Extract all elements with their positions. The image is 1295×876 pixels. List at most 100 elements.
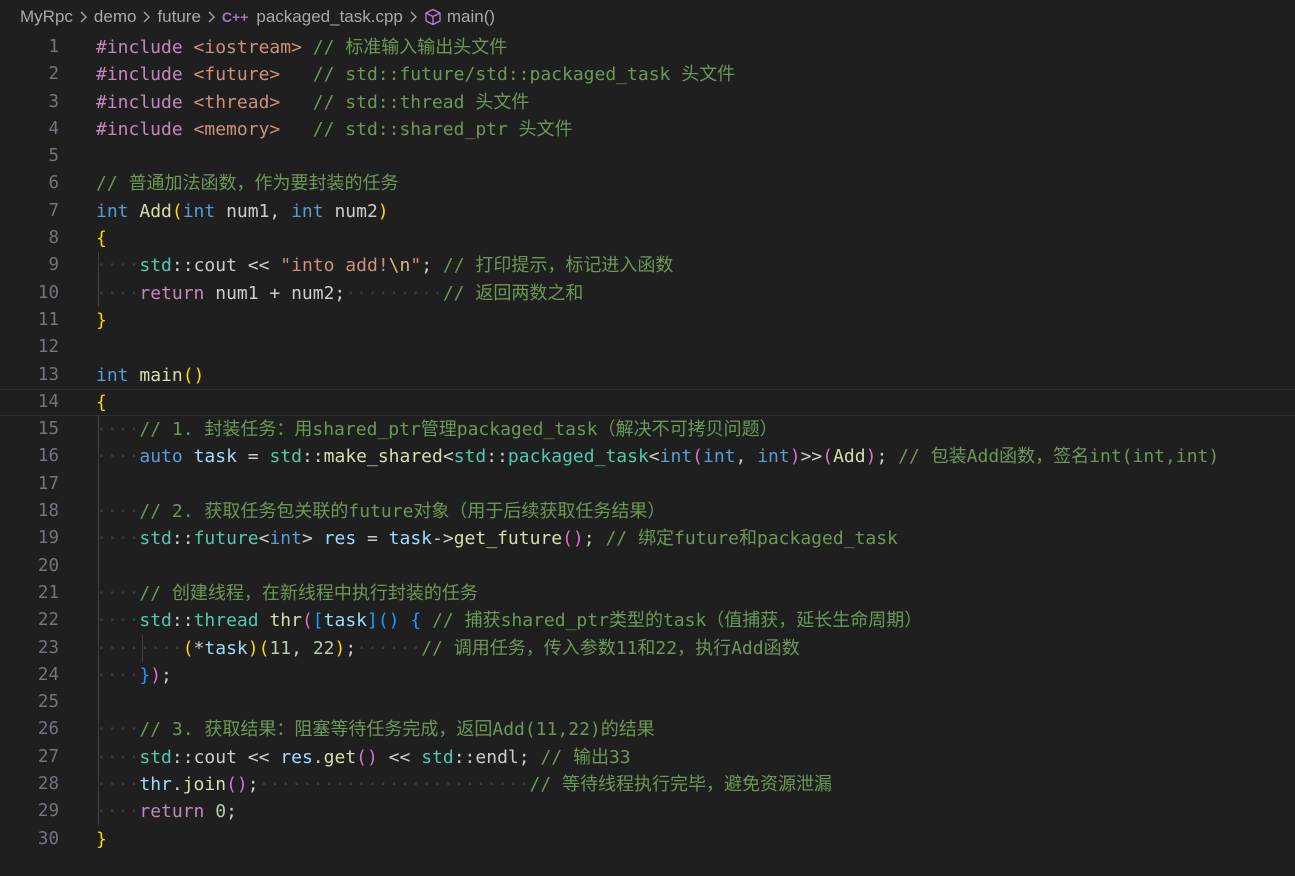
- breadcrumb-item-file[interactable]: packaged_task.cpp: [256, 7, 403, 27]
- code-line[interactable]: 14 {: [0, 389, 1295, 416]
- line-number[interactable]: 19: [0, 525, 59, 552]
- line-number[interactable]: 24: [0, 662, 59, 689]
- line-number[interactable]: 18: [0, 498, 59, 525]
- line-number[interactable]: 27: [0, 744, 59, 771]
- code-token: ;: [518, 746, 541, 768]
- code-line[interactable]: 26 ····// 3. 获取结果：阻塞等待任务完成，返回Add(11,22)的结…: [0, 716, 1295, 744]
- code-line[interactable]: 13 int main(): [0, 362, 1295, 389]
- code-line[interactable]: 17: [0, 470, 1295, 499]
- code-token: .: [312, 746, 324, 768]
- code-line[interactable]: 8{: [0, 225, 1295, 252]
- code-line[interactable]: 7 int Add(int num1, int num2): [0, 198, 1295, 225]
- code-token: cout: [193, 746, 237, 768]
- line-number[interactable]: 29: [0, 798, 59, 825]
- code-token: ->: [432, 528, 454, 550]
- line-number[interactable]: 5: [0, 143, 59, 170]
- line-number[interactable]: 12: [0, 334, 59, 361]
- code-token: =: [236, 446, 270, 468]
- line-number[interactable]: 3: [0, 89, 59, 116]
- code-editor[interactable]: 1 #include <iostream> // 标准输入输出头文件 2 #inclu…: [0, 34, 1295, 853]
- line-number[interactable]: 7: [0, 198, 59, 225]
- code-token: task: [388, 528, 433, 550]
- code-line[interactable]: 19 ····std::future<int> res = task->get_f…: [0, 525, 1295, 553]
- code-line[interactable]: 25: [0, 689, 1295, 717]
- code-line[interactable]: 23 ········(*task)(11, 22);······// 调用任务，…: [0, 634, 1295, 662]
- line-number[interactable]: 23: [0, 635, 59, 662]
- code-token: ·········: [345, 282, 443, 304]
- line-number[interactable]: 15: [0, 416, 59, 443]
- line-number[interactable]: 10: [0, 280, 59, 307]
- code-line[interactable]: 27 ····std::cout << res.get() << std::end…: [0, 743, 1295, 772]
- code-token: thr: [139, 774, 172, 796]
- code-line[interactable]: 15 ····// 1. 封装任务：用shared_ptr管理packaged_t…: [0, 416, 1295, 444]
- code-line[interactable]: 9 ····std::cout << "into add!\n"; // 打印提示…: [0, 252, 1295, 280]
- line-number[interactable]: 17: [0, 471, 59, 498]
- code-token: Add: [139, 200, 172, 222]
- breadcrumb-item-demo[interactable]: demo: [94, 7, 137, 27]
- line-number[interactable]: 20: [0, 553, 59, 580]
- code-line[interactable]: 24 ····});: [0, 661, 1295, 690]
- code-token: <thread>: [193, 91, 281, 113]
- code-line[interactable]: 3 #include <thread> // std::thread 头文件: [0, 89, 1295, 116]
- method-cube-icon: [424, 8, 442, 26]
- code-text: #include <future> // std::future/std::pa…: [96, 61, 735, 88]
- code-line[interactable]: 12: [0, 334, 1295, 361]
- code-token: ::: [453, 746, 476, 768]
- code-token: 0: [215, 801, 227, 823]
- code-token: (: [301, 610, 313, 632]
- code-text: ····thr.join();·························…: [96, 771, 832, 798]
- line-number[interactable]: 28: [0, 771, 59, 798]
- code-line[interactable]: 29 ····return 0;: [0, 798, 1295, 826]
- line-number[interactable]: 4: [0, 116, 59, 143]
- code-token: #include: [96, 91, 194, 113]
- code-token: // 返回两数之和: [442, 282, 584, 304]
- code-line[interactable]: 20: [0, 552, 1295, 580]
- breadcrumb-item-future[interactable]: future: [157, 7, 200, 27]
- code-text: }: [96, 307, 107, 334]
- code-token: ········: [96, 637, 183, 659]
- line-number[interactable]: 22: [0, 607, 59, 634]
- code-line[interactable]: 2 #include <future> // std::future/std::p…: [0, 61, 1295, 88]
- breadcrumb-item-myrpc[interactable]: MyRpc: [20, 7, 73, 27]
- line-number[interactable]: 26: [0, 716, 59, 743]
- chevron-right-icon: [409, 11, 418, 23]
- code-line[interactable]: 1 #include <iostream> // 标准输入输出头文件: [0, 34, 1295, 61]
- code-token: // 创建线程，在新线程中执行封装的任务: [139, 582, 478, 604]
- chevron-right-icon: [79, 11, 88, 23]
- code-token: <<: [236, 746, 281, 768]
- line-number[interactable]: 1: [0, 34, 59, 61]
- line-number[interactable]: 9: [0, 252, 59, 279]
- code-token: ::: [171, 255, 194, 277]
- line-number[interactable]: 13: [0, 362, 59, 389]
- line-number[interactable]: 8: [0, 225, 59, 252]
- line-number[interactable]: 2: [0, 61, 59, 88]
- line-number[interactable]: 16: [0, 443, 59, 470]
- code-token: thr: [269, 610, 302, 632]
- code-line[interactable]: 10 ····return num1 + num2;·········// 返回两…: [0, 279, 1295, 307]
- code-line[interactable]: 21 ····// 创建线程，在新线程中执行封装的任务: [0, 579, 1295, 608]
- line-number[interactable]: 11: [0, 307, 59, 334]
- code-line[interactable]: 18 ····// 2. 获取任务包关联的future对象（用于后续获取任务结果）: [0, 498, 1295, 526]
- code-text: ····return num1 + num2;·········// 返回两数之…: [96, 280, 583, 307]
- code-token: {: [96, 228, 107, 250]
- line-number[interactable]: 21: [0, 580, 59, 607]
- code-line[interactable]: 11}: [0, 307, 1295, 334]
- code-token: ,: [735, 446, 758, 468]
- code-line[interactable]: 28 ····thr.join();·······················…: [0, 771, 1295, 799]
- code-line[interactable]: 16 ····auto task = std::make_shared<std::…: [0, 443, 1295, 471]
- line-number[interactable]: 25: [0, 689, 59, 716]
- line-number[interactable]: 14: [0, 389, 59, 416]
- code-line[interactable]: 22 ····std::thread thr([task]() { // 捕获sh…: [0, 607, 1295, 635]
- code-token: >>: [800, 446, 823, 468]
- code-line[interactable]: 5: [0, 143, 1295, 170]
- code-line[interactable]: 6 // 普通加法函数，作为要封装的任务: [0, 170, 1295, 197]
- line-number[interactable]: 30: [0, 826, 59, 853]
- code-token: ····: [96, 255, 140, 277]
- code-line[interactable]: 30}: [0, 826, 1295, 853]
- code-token: .: [171, 774, 183, 796]
- line-number[interactable]: 6: [0, 170, 59, 197]
- code-line[interactable]: 4 #include <memory> // std::shared_ptr 头文…: [0, 116, 1295, 143]
- breadcrumb-item-symbol[interactable]: main(): [447, 7, 495, 27]
